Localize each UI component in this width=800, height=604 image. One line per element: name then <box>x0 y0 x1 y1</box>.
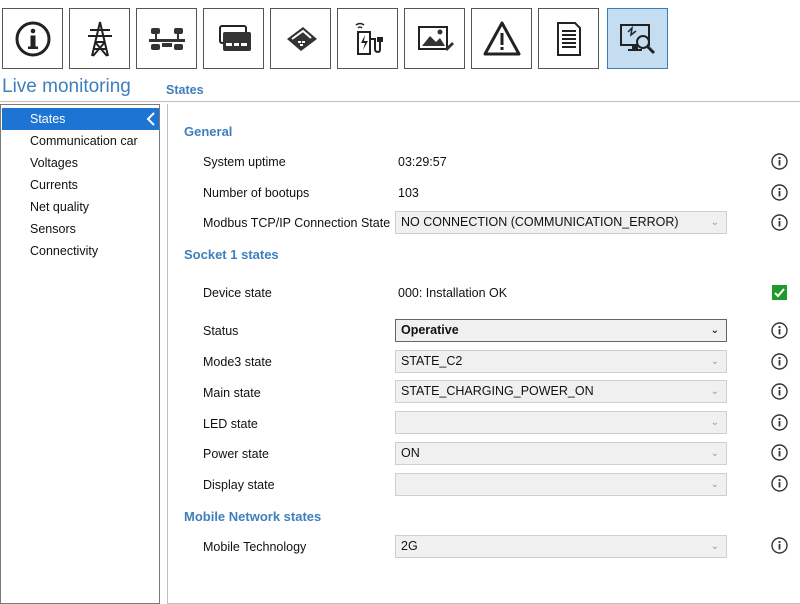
payment-card-icon <box>218 24 251 51</box>
toolbar-button-charging[interactable] <box>337 8 398 69</box>
section-title-socket: Socket 1 states <box>184 247 279 262</box>
image-edit-icon <box>417 25 454 51</box>
main-state-select[interactable]: STATE_CHARGING_POWER_ON ⌄ <box>395 380 727 403</box>
mobile-technology-label: Mobile Technology <box>203 540 307 554</box>
checkmark-icon <box>772 285 787 300</box>
charging-station-icon <box>355 22 383 55</box>
document-icon <box>556 21 581 56</box>
device-state-value: 000: Installation OK <box>398 286 508 300</box>
power-state-label: Power state <box>203 447 270 461</box>
info-icon[interactable] <box>771 444 788 461</box>
mobile-technology-select-value: 2G <box>401 539 418 553</box>
toolbar-button-document[interactable] <box>538 8 599 69</box>
main-state-select-value: STATE_CHARGING_POWER_ON <box>401 384 594 398</box>
warning-icon <box>483 21 520 55</box>
chevron-down-icon: ⌄ <box>710 217 719 228</box>
sidebar-item-connectivity[interactable]: Connectivity <box>2 240 159 262</box>
info-icon[interactable] <box>771 475 788 492</box>
chevron-down-icon: ⌄ <box>710 325 719 336</box>
display-state-select[interactable]: ⌄ <box>395 473 727 496</box>
info-icon[interactable] <box>771 184 788 201</box>
mobile-technology-select[interactable]: 2G ⌄ <box>395 535 727 558</box>
info-icon[interactable] <box>771 537 788 554</box>
sidebar-item-label: Currents <box>30 178 78 192</box>
sidebar-item-label: Net quality <box>30 200 90 214</box>
info-icon[interactable] <box>771 214 788 231</box>
live-monitoring-title: Live monitoring <box>2 76 131 97</box>
connection-icon <box>148 27 185 50</box>
status-label: Status <box>203 324 239 338</box>
chevron-left-icon[interactable] <box>144 110 158 128</box>
chevron-down-icon: ⌄ <box>710 417 719 428</box>
monitor-search-icon <box>619 23 655 54</box>
mode3-select-value: STATE_C2 <box>401 354 463 368</box>
section-title-general: General <box>184 124 233 139</box>
toolbar-button-live-monitoring[interactable] <box>607 8 668 69</box>
device-state-label: Device state <box>203 286 272 300</box>
sidebar-item-label: Connectivity <box>30 244 99 258</box>
status-select-value: Operative <box>401 323 459 337</box>
modbus-select[interactable]: NO CONNECTION (COMMUNICATION_ERROR) ⌄ <box>395 211 727 234</box>
main-toolbar <box>0 0 800 70</box>
sidebar-item-label: Communication car <box>30 134 138 148</box>
sidebar-item-label: Voltages <box>30 156 78 170</box>
sidebar-item-communication-car[interactable]: Communication car <box>2 130 159 152</box>
mode3-select[interactable]: STATE_C2 ⌄ <box>395 350 727 373</box>
card-reader-icon <box>286 26 317 51</box>
sidebar-item-label: Sensors <box>30 222 76 236</box>
toolbar-button-connection[interactable] <box>136 8 197 69</box>
led-state-label: LED state <box>203 417 258 431</box>
info-icon[interactable] <box>771 322 788 339</box>
chevron-down-icon: ⌄ <box>710 356 719 367</box>
sidebar-item-states[interactable]: States <box>2 108 159 130</box>
chevron-down-icon: ⌄ <box>710 448 719 459</box>
chevron-down-icon: ⌄ <box>710 479 719 490</box>
chevron-down-icon: ⌄ <box>710 386 719 397</box>
toolbar-button-payment[interactable] <box>203 8 264 69</box>
info-icon[interactable] <box>771 414 788 431</box>
power-tower-icon <box>87 21 112 57</box>
info-icon <box>15 21 50 56</box>
info-icon[interactable] <box>771 353 788 370</box>
toolbar-button-info[interactable] <box>2 8 63 69</box>
toolbar-button-card-reader[interactable] <box>270 8 331 69</box>
page-title: States <box>166 83 204 97</box>
sidebar-item-sensors[interactable]: Sensors <box>2 218 159 240</box>
sidebar-item-currents[interactable]: Currents <box>2 174 159 196</box>
sidebar-item-label: States <box>30 112 66 126</box>
chevron-down-icon: ⌄ <box>710 541 719 552</box>
bootups-value: 103 <box>398 186 419 200</box>
power-state-select[interactable]: ON ⌄ <box>395 442 727 465</box>
sidebar: States Communication car Voltages Curren… <box>0 104 160 604</box>
main-state-label: Main state <box>203 386 261 400</box>
bootups-label: Number of bootups <box>203 186 310 200</box>
info-icon[interactable] <box>771 153 788 170</box>
toolbar-button-warning[interactable] <box>471 8 532 69</box>
led-state-select[interactable]: ⌄ <box>395 411 727 434</box>
toolbar-button-grid[interactable] <box>69 8 130 69</box>
system-uptime-label: System uptime <box>203 155 286 169</box>
sidebar-item-net-quality[interactable]: Net quality <box>2 196 159 218</box>
info-icon[interactable] <box>771 383 788 400</box>
modbus-label: Modbus TCP/IP Connection State <box>203 216 391 230</box>
section-title-mobile: Mobile Network states <box>184 509 322 524</box>
mode3-label: Mode3 state <box>203 355 272 369</box>
header-divider <box>0 101 800 102</box>
sidebar-item-voltages[interactable]: Voltages <box>2 152 159 174</box>
power-state-select-value: ON <box>401 446 420 460</box>
display-state-label: Display state <box>203 478 275 492</box>
status-select[interactable]: Operative ⌄ <box>395 319 727 342</box>
system-uptime-value: 03:29:57 <box>398 155 447 169</box>
toolbar-button-image[interactable] <box>404 8 465 69</box>
modbus-select-value: NO CONNECTION (COMMUNICATION_ERROR) <box>401 215 679 229</box>
